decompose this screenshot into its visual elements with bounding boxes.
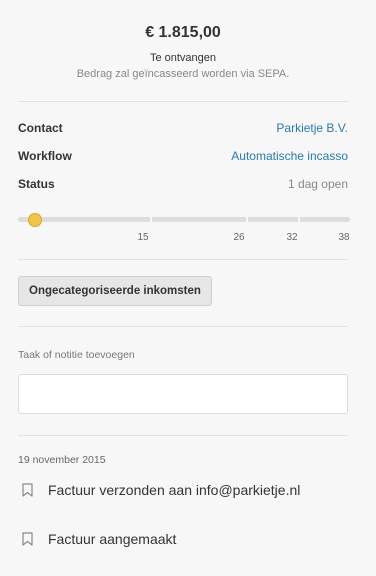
tick-label-15: 15	[137, 232, 149, 243]
tick-label-32: 32	[286, 232, 298, 243]
slider-tick	[298, 217, 300, 222]
tick-label-26: 26	[233, 232, 245, 243]
history-item-text: Factuur verzonden aan info@parkietje.nl	[48, 482, 301, 498]
task-label: Taak of notitie toevoegen	[18, 349, 135, 361]
divider	[18, 259, 348, 260]
task-input[interactable]	[18, 374, 348, 414]
history-item: Factuur aangemaakt	[18, 531, 348, 551]
divider	[18, 101, 348, 102]
slider-tick	[150, 217, 152, 222]
slider-thumb[interactable]	[28, 213, 42, 227]
workflow-row: Workflow Automatische incasso	[18, 149, 348, 167]
bookmark-icon	[22, 532, 33, 551]
slider-tick	[246, 217, 248, 222]
workflow-link[interactable]: Automatische incasso	[231, 149, 348, 163]
tick-label-38: 38	[338, 232, 350, 243]
history-date: 19 november 2015	[18, 454, 106, 466]
workflow-label: Workflow	[18, 149, 72, 163]
history-item: Factuur verzonden aan info@parkietje.nl	[18, 482, 348, 502]
status-row: Status 1 dag open	[18, 177, 348, 195]
divider	[18, 435, 348, 436]
slider-track	[18, 217, 350, 222]
contact-link[interactable]: Parkietje B.V.	[276, 121, 348, 135]
history-item-text: Factuur aangemaakt	[48, 531, 177, 547]
contact-row: Contact Parkietje B.V.	[18, 121, 348, 139]
invoice-amount: € 1.815,00	[145, 24, 221, 41]
payment-timeline-slider[interactable]: 15 26 32 38	[18, 210, 350, 243]
invoice-status-line: Te ontvangen	[149, 52, 217, 64]
sepa-note: Bedrag zal geïncasseerd worden via SEPA.	[76, 68, 290, 80]
category-button[interactable]: Ongecategoriseerde inkomsten	[18, 276, 212, 306]
bookmark-icon	[22, 483, 33, 502]
divider	[18, 326, 348, 327]
status-value: 1 dag open	[287, 177, 348, 191]
status-label: Status	[18, 177, 55, 191]
contact-label: Contact	[18, 121, 63, 135]
